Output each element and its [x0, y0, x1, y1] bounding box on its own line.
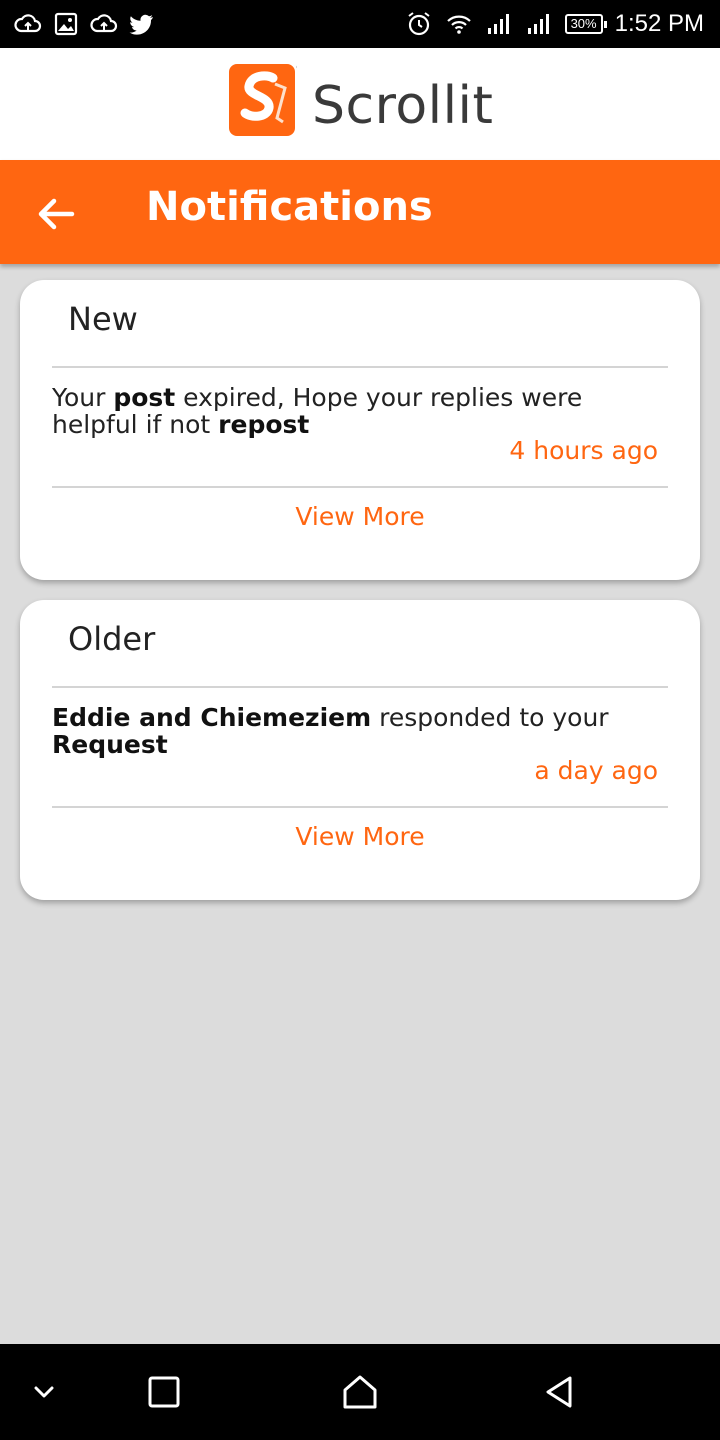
- signal-icon: [527, 14, 549, 34]
- wifi-icon: [446, 15, 471, 34]
- message-bold: repost: [218, 410, 310, 439]
- scrollit-logo: [229, 64, 297, 136]
- divider: [52, 806, 668, 808]
- section-heading: New: [68, 300, 138, 338]
- status-right-icons: 30% 1:52 PM: [405, 8, 704, 40]
- notification-time: 4 hours ago: [509, 436, 658, 465]
- message-text: Your: [52, 383, 114, 412]
- brand-header: Scrollit: [0, 48, 720, 160]
- home-icon[interactable]: [340, 1372, 380, 1412]
- notification-message[interactable]: Eddie and Chiemeziem responded to your R…: [52, 704, 660, 758]
- message-bold: Eddie and Chiemeziem: [52, 703, 372, 732]
- alarm-icon: [407, 12, 430, 36]
- cloud-upload-icon: [14, 14, 42, 33]
- twitter-icon: [129, 14, 153, 35]
- divider: [52, 366, 668, 368]
- image-icon: [54, 12, 78, 36]
- chevron-down-icon[interactable]: [24, 1372, 64, 1412]
- status-bar: 30% 1:52 PM: [0, 0, 720, 48]
- back-triangle-icon[interactable]: [540, 1372, 580, 1412]
- arrow-left-icon[interactable]: [30, 188, 82, 240]
- system-nav-bar: [0, 1344, 720, 1440]
- signal-icon: [487, 14, 509, 34]
- status-time: 1:52 PM: [614, 10, 704, 37]
- notification-time: a day ago: [534, 756, 658, 785]
- status-left-icons: [14, 10, 156, 38]
- brand-name: Scrollit: [312, 76, 494, 136]
- app-bar: Notifications: [0, 160, 720, 264]
- message-bold: post: [113, 383, 176, 412]
- notification-card-older: Older Eddie and Chiemeziem responded to …: [20, 600, 700, 900]
- view-more-button[interactable]: View More: [20, 502, 700, 531]
- page-title: Notifications: [146, 184, 433, 230]
- notification-message[interactable]: Your post expired, Hope your replies wer…: [52, 384, 660, 438]
- message-bold: Request: [52, 730, 168, 759]
- divider: [52, 486, 668, 488]
- battery-indicator: 30%: [564, 14, 607, 34]
- cloud-upload-icon: [90, 14, 118, 33]
- square-icon[interactable]: [144, 1372, 184, 1412]
- message-text: responded to your: [371, 703, 609, 732]
- notification-card-new: New Your post expired, Hope your replies…: [20, 280, 700, 580]
- divider: [52, 686, 668, 688]
- section-heading: Older: [68, 620, 156, 658]
- view-more-button[interactable]: View More: [20, 822, 700, 851]
